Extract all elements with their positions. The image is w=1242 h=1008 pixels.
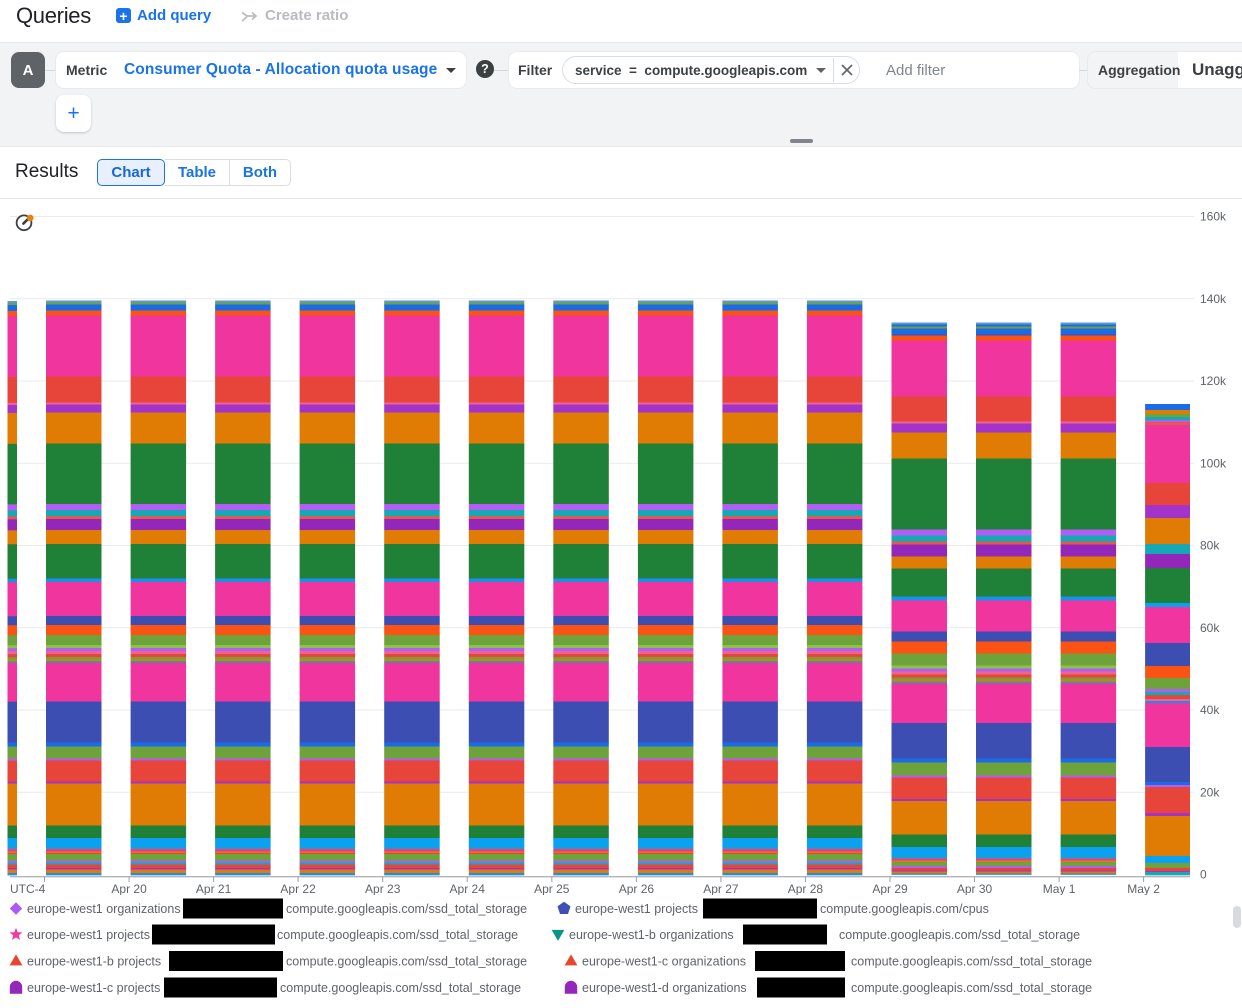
svg-text:compute.googleapis.com/ssd_tot: compute.googleapis.com/ssd_total_storage (851, 955, 1092, 969)
svg-text:Apr 21: Apr 21 (196, 882, 232, 895)
svg-text:120k: 120k (1200, 374, 1227, 388)
svg-text:100k: 100k (1200, 457, 1227, 471)
svg-text:Apr 27: Apr 27 (703, 882, 739, 895)
svg-text:compute.googleapis.com/ssd_tot: compute.googleapis.com/ssd_total_storage (839, 928, 1080, 942)
svg-text:compute.googleapis.com/ssd_tot: compute.googleapis.com/ssd_total_storage (286, 955, 527, 969)
svg-text:Apr 24: Apr 24 (450, 882, 486, 895)
svg-text:Apr 20: Apr 20 (111, 882, 147, 895)
svg-text:Apr 22: Apr 22 (280, 882, 316, 895)
svg-text:europe-west1 organizations: europe-west1 organizations (27, 902, 181, 916)
svg-text:compute.googleapis.com/ssd_tot: compute.googleapis.com/ssd_total_storage (277, 928, 518, 942)
svg-text:europe-west1-d organizations: europe-west1-d organizations (582, 981, 747, 995)
svg-text:20k: 20k (1200, 786, 1220, 800)
svg-text:40k: 40k (1200, 703, 1220, 717)
svg-text:May 1: May 1 (1043, 882, 1076, 895)
svg-text:europe-west1 projects: europe-west1 projects (575, 902, 698, 916)
svg-text:compute.googleapis.com/ssd_tot: compute.googleapis.com/ssd_total_storage (851, 981, 1092, 995)
svg-text:compute.googleapis.com/ssd_tot: compute.googleapis.com/ssd_total_storage (286, 902, 527, 916)
svg-text:Apr 23: Apr 23 (365, 882, 401, 895)
svg-text:Apr 26: Apr 26 (619, 882, 655, 895)
svg-text:Apr 25: Apr 25 (534, 882, 570, 895)
svg-text:140k: 140k (1200, 292, 1227, 306)
svg-text:compute.googleapis.com/ssd_tot: compute.googleapis.com/ssd_total_storage (280, 981, 521, 995)
svg-text:Apr 29: Apr 29 (872, 882, 908, 895)
svg-text:compute.googleapis.com/cpus: compute.googleapis.com/cpus (820, 902, 989, 916)
svg-text:May 2: May 2 (1127, 882, 1160, 895)
svg-text:Apr 30: Apr 30 (957, 882, 993, 895)
svg-text:europe-west1-b projects: europe-west1-b projects (27, 955, 161, 969)
svg-text:europe-west1 projects: europe-west1 projects (27, 928, 150, 942)
svg-text:0: 0 (1200, 868, 1207, 882)
svg-text:Apr 28: Apr 28 (788, 882, 824, 895)
svg-text:60k: 60k (1200, 621, 1220, 635)
svg-text:UTC-4: UTC-4 (10, 882, 46, 895)
svg-text:europe-west1-c organizations: europe-west1-c organizations (582, 955, 746, 969)
svg-text:160k: 160k (1200, 210, 1227, 224)
svg-text:europe-west1-b organizations: europe-west1-b organizations (569, 928, 734, 942)
svg-text:80k: 80k (1200, 539, 1220, 553)
svg-text:europe-west1-c projects: europe-west1-c projects (27, 981, 160, 995)
